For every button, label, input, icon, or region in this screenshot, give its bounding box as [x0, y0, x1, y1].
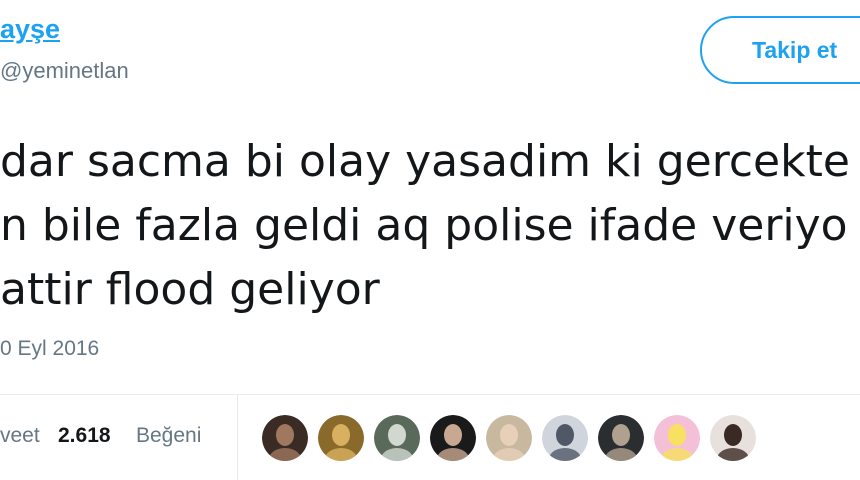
liker-avatar-8[interactable]: [654, 415, 700, 461]
liker-avatar-5[interactable]: [486, 415, 532, 461]
liker-avatar-2[interactable]: [318, 415, 364, 461]
tweet-card: ayşe @yeminetlan Takip et dar sacma bi o…: [0, 0, 860, 480]
liker-avatar-1[interactable]: [262, 415, 308, 461]
liker-avatar-9[interactable]: [710, 415, 756, 461]
likes-count[interactable]: 2.618: [58, 424, 111, 448]
tweet-text-line: dar sacma bi olay yasadim ki gercekte: [0, 136, 850, 187]
stats-separator: [237, 394, 238, 480]
user-handle[interactable]: @yeminetlan: [0, 58, 129, 84]
tweet-text-line: n bile fazla geldi aq polise ifade veriy…: [0, 200, 848, 251]
liker-avatar-6[interactable]: [542, 415, 588, 461]
follow-button[interactable]: Takip et: [700, 16, 860, 84]
user-display-name[interactable]: ayşe: [0, 14, 60, 45]
tweet-text: dar sacma bi olay yasadim ki gercekte n …: [0, 130, 850, 322]
tweet-timestamp[interactable]: 0 Eyl 2016: [0, 337, 99, 361]
liker-avatar-7[interactable]: [598, 415, 644, 461]
likes-label[interactable]: Beğeni: [136, 424, 201, 448]
liker-avatar-3[interactable]: [374, 415, 420, 461]
tweet-text-line: attir flood geliyor: [0, 264, 380, 315]
retweet-label[interactable]: veet: [0, 424, 40, 448]
stats-divider: [0, 394, 860, 395]
liker-avatar-4[interactable]: [430, 415, 476, 461]
